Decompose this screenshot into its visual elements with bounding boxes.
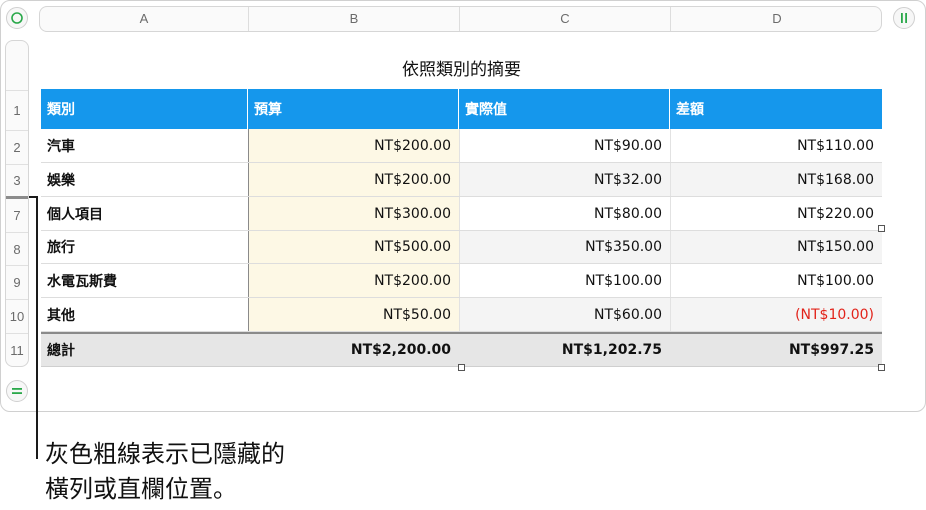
table-cell[interactable]: NT$200.00 (248, 264, 459, 297)
callout-line (36, 197, 38, 459)
table-cell[interactable]: NT$100.00 (670, 264, 882, 297)
table-row: 汽車 NT$200.00 NT$90.00 NT$110.00 (41, 129, 882, 163)
resize-handle-right[interactable] (878, 225, 885, 232)
header-cell-category[interactable]: 類別 (41, 89, 248, 129)
table-cell[interactable]: NT$220.00 (670, 197, 882, 230)
table-cell[interactable]: NT$300.00 (248, 197, 459, 230)
freeze-columns-button[interactable] (893, 7, 915, 29)
select-table-button[interactable] (6, 7, 28, 29)
row-header-8[interactable]: 8 (6, 233, 28, 266)
footer-cell-total-label[interactable]: 總計 (41, 334, 248, 366)
table-cell[interactable]: NT$90.00 (459, 129, 670, 162)
row-header-title-spacer (6, 41, 28, 91)
column-header-c[interactable]: C (460, 7, 671, 31)
resize-handle-corner[interactable] (878, 364, 885, 371)
table-cell[interactable]: NT$32.00 (459, 163, 670, 196)
footer-cell-budget-total[interactable]: NT$2,200.00 (248, 334, 459, 366)
freeze-rows-button[interactable] (6, 380, 28, 402)
table-header-row: 類別 預算 實際值 差額 (41, 89, 882, 129)
column-header-b[interactable]: B (249, 7, 460, 31)
row-header-9[interactable]: 9 (6, 266, 28, 300)
row-header-10[interactable]: 10 (6, 300, 28, 334)
equals-icon (7, 381, 27, 401)
table-cell[interactable]: NT$110.00 (670, 129, 882, 162)
table-cell[interactable]: NT$200.00 (248, 129, 459, 162)
row-header-1[interactable]: 1 (6, 91, 28, 131)
table-footer-row: 總計 NT$2,200.00 NT$1,202.75 NT$997.25 (41, 332, 882, 367)
header-cell-difference[interactable]: 差額 (670, 89, 882, 129)
footer-cell-difference-total[interactable]: NT$997.25 (670, 334, 882, 366)
row-header-11[interactable]: 11 (6, 334, 28, 366)
resize-handle-bottom[interactable] (458, 364, 465, 371)
table-cell[interactable]: NT$100.00 (459, 264, 670, 297)
callout-text: 灰色粗線表示已隱藏的 橫列或直欄位置。 (45, 437, 285, 507)
footer-cell-actual-total[interactable]: NT$1,202.75 (459, 334, 670, 366)
column-header-a[interactable]: A (40, 7, 249, 31)
table-cell[interactable]: 水電瓦斯費 (41, 264, 248, 297)
table-row: 水電瓦斯費 NT$200.00 NT$100.00 NT$100.00 (41, 264, 882, 298)
row-header-2[interactable]: 2 (6, 131, 28, 165)
table-cell[interactable]: 娛樂 (41, 163, 248, 196)
table-row: 旅行 NT$500.00 NT$350.00 NT$150.00 (41, 231, 882, 264)
table-row: 娛樂 NT$200.00 NT$32.00 NT$168.00 (41, 163, 882, 197)
table-cell[interactable]: NT$50.00 (248, 298, 459, 331)
column-header-d[interactable]: D (671, 7, 881, 31)
table-cell[interactable]: NT$168.00 (670, 163, 882, 196)
table-cell[interactable]: NT$200.00 (248, 163, 459, 196)
table-cell[interactable]: 其他 (41, 298, 248, 331)
callout-line-1: 灰色粗線表示已隱藏的 (45, 440, 285, 468)
table-cell[interactable]: NT$350.00 (459, 231, 670, 263)
table-cell[interactable]: 個人項目 (41, 197, 248, 230)
table-cell[interactable]: NT$150.00 (670, 231, 882, 263)
circle-icon (7, 8, 27, 28)
table-title[interactable]: 依照類別的摘要 (41, 55, 882, 80)
table-cell[interactable]: NT$80.00 (459, 197, 670, 230)
row-header-7[interactable]: 7 (6, 199, 28, 233)
table-row: 個人項目 NT$300.00 NT$80.00 NT$220.00 (41, 197, 882, 231)
table-cell[interactable]: NT$60.00 (459, 298, 670, 331)
pause-bars-icon (894, 8, 914, 28)
table-row: 其他 NT$50.00 NT$60.00 (NT$10.00) (41, 298, 882, 332)
table-cell[interactable]: 旅行 (41, 231, 248, 263)
column-header-bar: A B C D (39, 6, 882, 32)
row-header-bar: 1 2 3 7 8 9 10 11 (5, 40, 29, 367)
header-cell-actual[interactable]: 實際值 (459, 89, 670, 129)
table-cell[interactable]: 汽車 (41, 129, 248, 162)
table-cell[interactable]: NT$500.00 (248, 231, 459, 263)
row-header-3[interactable]: 3 (6, 165, 28, 199)
callout-line-2: 橫列或直欄位置。 (45, 475, 237, 503)
header-cell-budget[interactable]: 預算 (248, 89, 459, 129)
negative-value-cell[interactable]: (NT$10.00) (670, 298, 882, 331)
